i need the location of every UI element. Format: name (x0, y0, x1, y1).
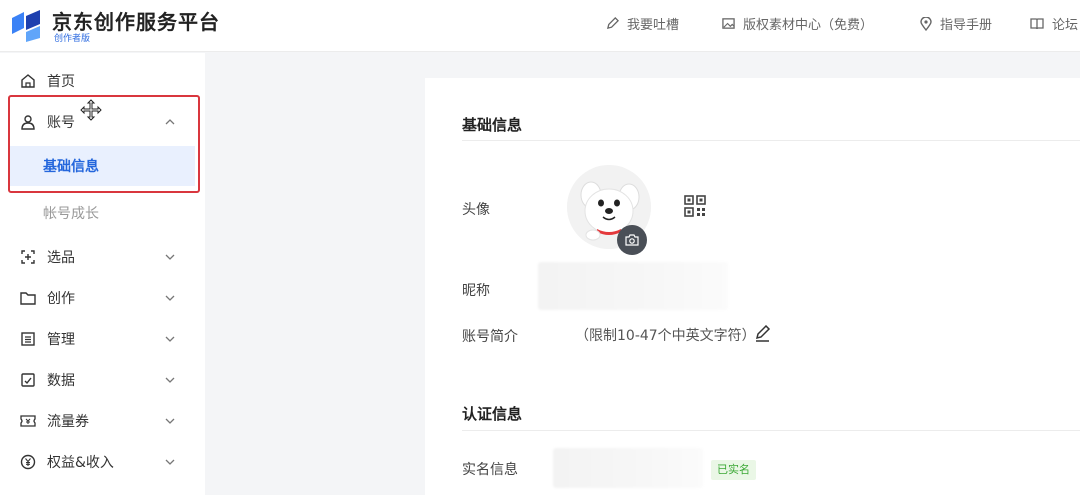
sidebar-item-create[interactable]: 创作 (0, 280, 205, 316)
copyright-material-link-label: 版权素材中心（免费） (743, 18, 874, 33)
location-pin-icon (920, 16, 932, 31)
verification-section-title: 认证信息 (462, 405, 523, 423)
yen-coin-icon (20, 454, 36, 470)
home-icon (21, 74, 35, 88)
edit-pencil-icon[interactable] (754, 325, 772, 343)
chevron-down-icon[interactable] (164, 456, 176, 468)
sidebar-item-home[interactable]: 首页 (0, 63, 205, 99)
sidebar-item-label: 选品 (47, 250, 75, 266)
chevron-down-icon[interactable] (164, 374, 176, 386)
pen-icon (606, 17, 619, 30)
brand-logo-icon[interactable] (8, 8, 44, 42)
change-avatar-button[interactable] (617, 225, 647, 255)
sidebar-item-benefits-income[interactable]: 权益&收入 (0, 444, 205, 480)
feedback-link-label: 我要吐槽 (627, 18, 680, 33)
ticket-icon (20, 415, 36, 427)
sidebar-item-traffic-coupon[interactable]: 流量券 (0, 403, 205, 439)
sidebar-item-label: 创作 (47, 291, 75, 307)
sidebar-item-label: 管理 (47, 332, 75, 348)
select-product-icon (21, 250, 35, 264)
chevron-down-icon[interactable] (164, 251, 176, 263)
nickname-value-redacted (538, 262, 728, 310)
chevron-down-icon[interactable] (164, 415, 176, 427)
guide-manual-link[interactable]: 指导手册 (920, 14, 992, 33)
realname-label: 实名信息 (462, 462, 518, 478)
brand-subtitle: 创作者版 (54, 34, 91, 44)
sidebar-item-data[interactable]: 数据 (0, 362, 205, 398)
avatar-label: 头像 (462, 202, 490, 218)
sidebar-item-label: 数据 (47, 373, 75, 389)
chart-icon (21, 373, 35, 387)
folder-icon (20, 292, 36, 305)
sidebar-item-manage[interactable]: 管理 (0, 321, 205, 357)
sidebar-item-product-selection[interactable]: 选品 (0, 239, 205, 275)
sidebar-item-label: 流量券 (47, 414, 89, 430)
move-cursor-icon (80, 99, 102, 121)
nickname-label: 昵称 (462, 283, 490, 299)
qr-code-icon[interactable] (683, 194, 707, 218)
sidebar-subitem-label: 帐号成长 (43, 206, 99, 222)
forum-link[interactable]: 论坛 (1030, 14, 1078, 33)
chevron-down-icon[interactable] (164, 292, 176, 304)
top-header: 京东创作服务平台 创作者版 我要吐槽 版权素材中心（免费） 指导手册 论坛 (0, 0, 1080, 52)
feedback-link[interactable]: 我要吐槽 (606, 14, 679, 33)
list-icon (21, 332, 35, 346)
sidebar-item-label: 首页 (47, 74, 75, 90)
realname-verified-badge: 已实名 (711, 460, 756, 480)
basic-info-section-title: 基础信息 (462, 116, 523, 134)
camera-icon (625, 234, 639, 246)
basic-info-card: 基础信息 头像 昵称 账号简介 （限制10-47个中英文字符） 认证信息 实名信… (425, 78, 1080, 495)
section-divider (462, 140, 1080, 141)
sidebar: 首页 账号 基础信息 帐号成长 选品 创作 管理 数据 流量券 权益&收入 (0, 53, 205, 495)
forum-link-label: 论坛 (1052, 18, 1079, 33)
image-icon (722, 18, 735, 29)
guide-manual-link-label: 指导手册 (940, 18, 993, 33)
bio-label: 账号简介 (462, 329, 518, 345)
highlight-annotation-box (8, 95, 200, 193)
realname-value-redacted (553, 448, 703, 488)
bio-placeholder: （限制10-47个中英文字符） (575, 328, 756, 344)
sidebar-subitem-account-growth[interactable]: 帐号成长 (10, 193, 195, 233)
book-icon (1030, 18, 1044, 30)
copyright-material-link[interactable]: 版权素材中心（免费） (722, 14, 873, 33)
sidebar-item-label: 权益&收入 (47, 455, 114, 471)
section-divider (462, 430, 1080, 431)
chevron-down-icon[interactable] (164, 333, 176, 345)
